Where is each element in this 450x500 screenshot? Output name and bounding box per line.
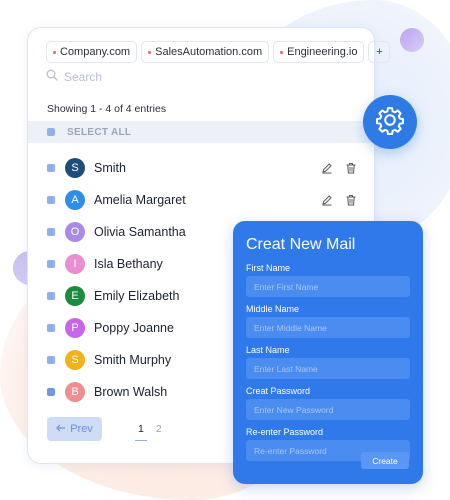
row-checkbox[interactable] bbox=[47, 260, 55, 268]
contact-name: Smith bbox=[94, 161, 126, 175]
tag-label: Engineering.io bbox=[287, 46, 358, 58]
avatar: A bbox=[65, 190, 85, 210]
search-input[interactable] bbox=[64, 70, 244, 84]
row-checkbox[interactable] bbox=[47, 228, 55, 236]
avatar: P bbox=[65, 318, 85, 338]
add-tag-button[interactable]: + bbox=[368, 41, 391, 63]
first-name-field[interactable] bbox=[246, 276, 410, 297]
stage: Company.com SalesAutomation.com Engineer… bbox=[0, 0, 450, 500]
prev-button[interactable]: Prev bbox=[47, 417, 102, 441]
pencil-icon[interactable] bbox=[320, 161, 334, 175]
avatar: S bbox=[65, 158, 85, 178]
row-actions bbox=[320, 161, 358, 175]
prev-label: Prev bbox=[70, 423, 93, 435]
list-item[interactable]: A Amelia Margaret bbox=[28, 184, 374, 216]
tag-label: SalesAutomation.com bbox=[155, 46, 263, 58]
trash-icon[interactable] bbox=[344, 193, 358, 207]
password-label: Creat Password bbox=[246, 386, 311, 396]
password-field[interactable] bbox=[246, 399, 410, 420]
contact-name: Brown Walsh bbox=[94, 385, 168, 399]
contact-name: Amelia Margaret bbox=[94, 193, 186, 207]
contact-name: Poppy Joanne bbox=[94, 321, 174, 335]
contact-name: Isla Bethany bbox=[94, 257, 163, 271]
contact-name: Smith Murphy bbox=[94, 353, 172, 367]
search-icon bbox=[46, 68, 58, 86]
avatar: B bbox=[65, 382, 85, 402]
row-checkbox[interactable] bbox=[47, 164, 55, 172]
avatar: I bbox=[65, 254, 85, 274]
gear-icon bbox=[375, 105, 405, 140]
middle-name-label: Middle Name bbox=[246, 304, 300, 314]
last-name-field[interactable] bbox=[246, 358, 410, 379]
page-2[interactable]: 2 bbox=[156, 423, 162, 435]
select-all-checkbox[interactable] bbox=[47, 128, 55, 136]
middle-name-field[interactable] bbox=[246, 317, 410, 338]
avatar: O bbox=[65, 222, 85, 242]
form-title: Creat New Mail bbox=[246, 236, 356, 253]
row-checkbox[interactable] bbox=[47, 292, 55, 300]
first-name-label: First Name bbox=[246, 263, 291, 273]
pencil-icon[interactable] bbox=[320, 193, 334, 207]
entries-count: Showing 1 - 4 of 4 entries bbox=[47, 103, 167, 115]
contact-name: Olivia Samantha bbox=[94, 225, 186, 239]
avatar: S bbox=[65, 350, 85, 370]
tag-label: Company.com bbox=[60, 46, 131, 58]
page-1[interactable]: 1 bbox=[135, 423, 147, 441]
row-checkbox[interactable] bbox=[47, 356, 55, 364]
row-actions bbox=[320, 193, 358, 207]
avatar: E bbox=[65, 286, 85, 306]
tag-dot bbox=[148, 50, 152, 54]
tag-dot bbox=[280, 50, 284, 54]
pagination: Prev 1 2 bbox=[47, 417, 162, 441]
last-name-label: Last Name bbox=[246, 345, 290, 355]
select-all-bar[interactable]: SELECT ALL bbox=[28, 121, 374, 143]
contact-name: Emily Elizabeth bbox=[94, 289, 180, 303]
row-checkbox[interactable] bbox=[47, 388, 55, 396]
settings-button[interactable] bbox=[363, 95, 417, 149]
tag-bar: Company.com SalesAutomation.com Engineer… bbox=[46, 41, 391, 63]
decorative-dot bbox=[400, 28, 424, 52]
search-bar bbox=[46, 68, 244, 86]
list-item[interactable]: S Smith bbox=[28, 152, 374, 184]
select-all-label: SELECT ALL bbox=[67, 126, 132, 138]
tag-salesautomation[interactable]: SalesAutomation.com bbox=[141, 41, 270, 63]
create-button[interactable]: Create bbox=[361, 452, 409, 469]
row-checkbox[interactable] bbox=[47, 324, 55, 332]
tag-company[interactable]: Company.com bbox=[46, 41, 138, 63]
row-checkbox[interactable] bbox=[47, 196, 55, 204]
arrow-left-icon bbox=[56, 423, 66, 435]
tag-dot bbox=[53, 50, 56, 54]
tag-engineering[interactable]: Engineering.io bbox=[273, 41, 365, 63]
trash-icon[interactable] bbox=[344, 161, 358, 175]
reenter-password-label: Re-enter Password bbox=[246, 427, 324, 437]
new-mail-form: Creat New Mail First Name Middle Name La… bbox=[233, 221, 423, 484]
